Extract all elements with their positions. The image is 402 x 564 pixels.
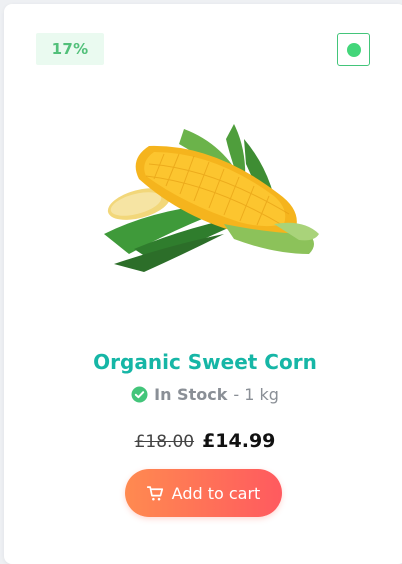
stock-status: In Stock bbox=[154, 385, 228, 404]
check-circle-icon bbox=[131, 386, 148, 403]
current-price: £14.99 bbox=[202, 430, 276, 452]
add-to-cart-label: Add to cart bbox=[171, 483, 261, 503]
product-image[interactable] bbox=[74, 84, 334, 284]
veg-dot bbox=[346, 42, 361, 57]
shopping-cart-icon bbox=[146, 485, 164, 502]
add-to-cart-button[interactable]: Add to cart bbox=[125, 469, 282, 517]
product-name[interactable]: Organic Sweet Corn bbox=[4, 350, 402, 374]
veg-indicator-icon bbox=[337, 33, 370, 66]
quantity-text: - 1 kg bbox=[233, 385, 279, 404]
price-row: £18.00 £14.99 bbox=[4, 430, 402, 452]
stock-row: In Stock - 1 kg bbox=[4, 385, 402, 404]
product-card[interactable]: 17% Organic Sweet Corn In Stock - 1 kg £… bbox=[4, 4, 402, 564]
discount-badge: 17% bbox=[36, 33, 104, 65]
old-price: £18.00 bbox=[134, 432, 195, 452]
